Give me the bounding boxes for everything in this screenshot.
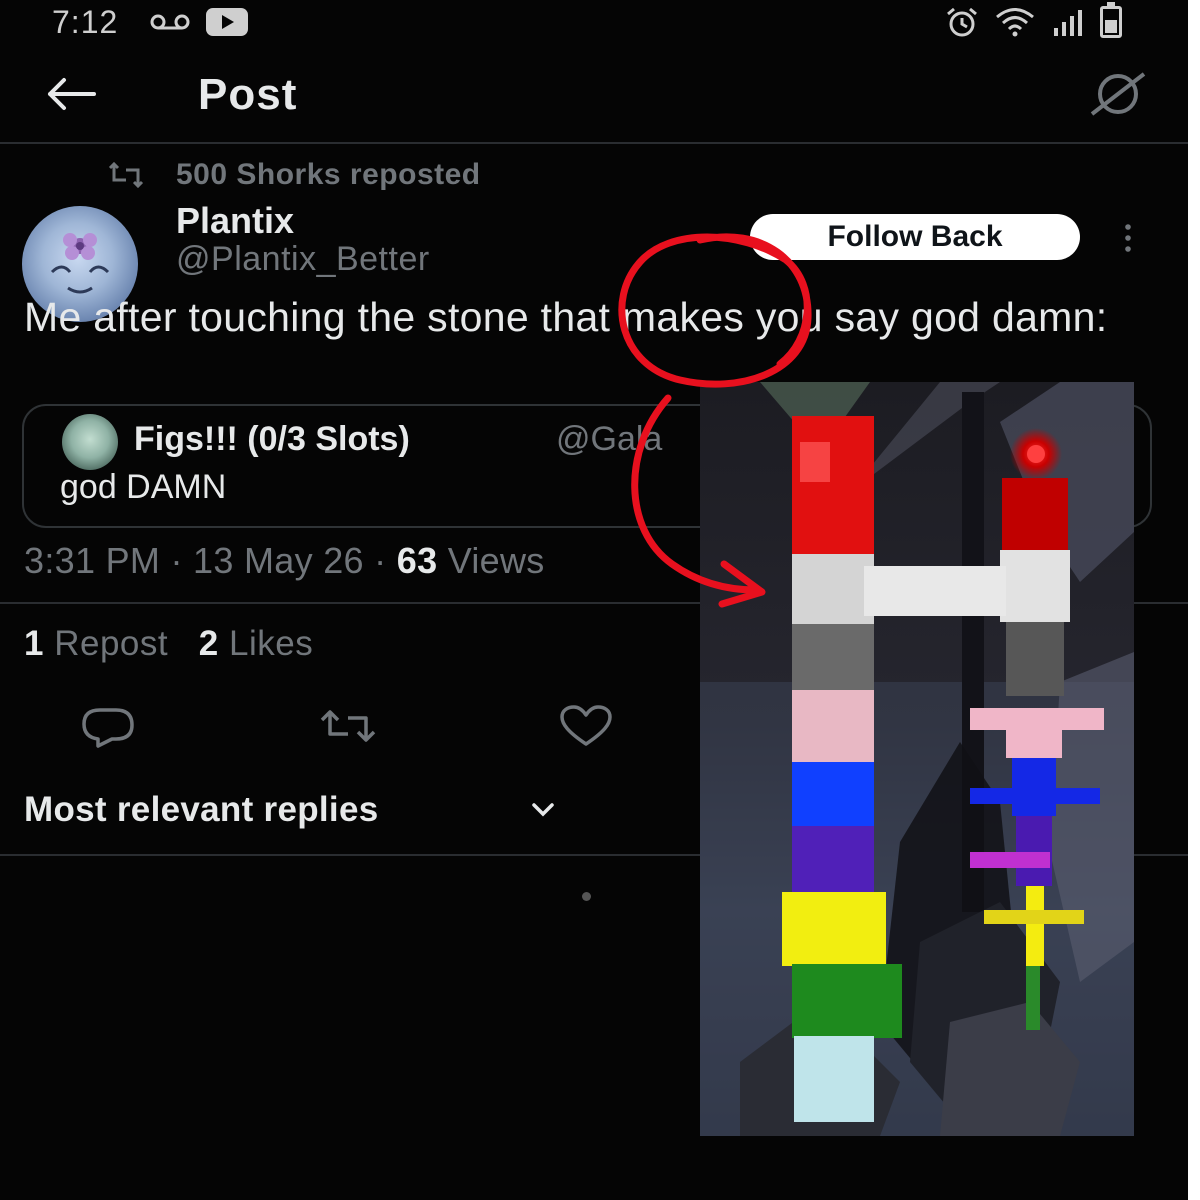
quote-author-name: Figs!!! (0/3 Slots): [134, 420, 410, 458]
repost-stat[interactable]: 1 Repost: [24, 624, 168, 663]
views-count: 63: [396, 540, 438, 581]
repost-icon: [108, 161, 144, 189]
like-icon[interactable]: [556, 704, 616, 748]
quote-author-handle: @Gala: [556, 420, 663, 458]
game-screenshot-overlay: [700, 382, 1134, 1136]
loading-dot: [582, 892, 591, 901]
signal-icon: [1054, 10, 1082, 36]
grok-icon[interactable]: [1088, 70, 1148, 118]
battery-icon: [1100, 2, 1122, 38]
youtube-icon: [206, 8, 248, 36]
likes-stat[interactable]: 2 Likes: [199, 624, 313, 663]
alarm-icon: [947, 7, 977, 37]
retweet-icon[interactable]: [318, 704, 378, 748]
post-text: Me after touching the stone that makes y…: [24, 294, 1108, 340]
quote-text: god DAMN: [60, 468, 227, 506]
more-options-icon[interactable]: [1120, 222, 1136, 254]
voicemail-icon: [150, 14, 190, 30]
page-title: Post: [198, 70, 298, 119]
views-label: Views: [437, 540, 545, 581]
post-stats: 1 Repost 2 Likes: [24, 624, 313, 664]
reply-icon[interactable]: [78, 704, 138, 748]
status-time: 7:12: [52, 4, 119, 40]
back-arrow-icon[interactable]: [44, 76, 96, 112]
quote-avatar: [62, 414, 118, 470]
wifi-icon: [996, 8, 1034, 37]
repost-notice: 500 Shorks reposted: [176, 158, 481, 191]
author-handle[interactable]: @Plantix_Better: [176, 240, 430, 279]
follow-back-button[interactable]: Follow Back: [750, 214, 1080, 260]
post-timestamp: 3:31 PM · 13 May 26 ·: [24, 540, 397, 581]
header-divider: [0, 142, 1188, 144]
replies-sort-selector[interactable]: Most relevant replies: [24, 790, 379, 830]
chevron-down-icon[interactable]: [530, 800, 556, 820]
phone-screen: 7:12 Post 500 Shorks reposted Plantix @P…: [0, 0, 1188, 1200]
post-meta: 3:31 PM · 13 May 26 · 63 Views: [24, 540, 545, 582]
author-name[interactable]: Plantix: [176, 200, 294, 242]
